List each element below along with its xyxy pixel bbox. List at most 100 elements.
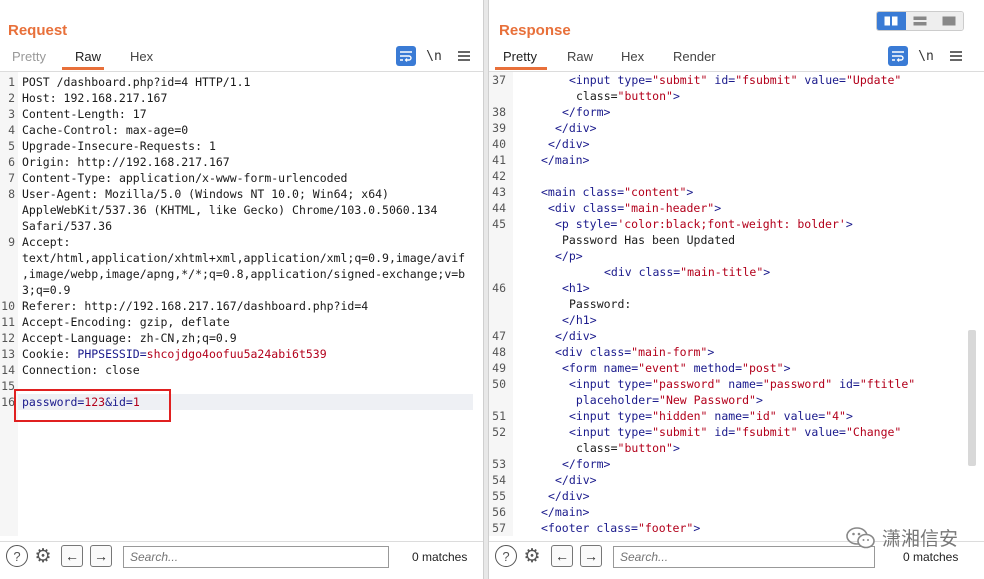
line-text: 3;q=0.9 [22,283,71,297]
tab-pretty[interactable]: Pretty [495,48,547,70]
line-number: 45 [492,217,506,231]
line-number: 37 [492,73,506,87]
line-text: </div> [555,121,597,135]
request-line: 2 Host: 192.168.217.167 [0,90,167,106]
layout-toggle [876,11,964,31]
help-icon[interactable]: ? [6,545,28,567]
forward-arrow-icon[interactable]: → [90,545,112,567]
response-search-input[interactable] [613,546,875,568]
gear-icon[interactable]: ⚙ [32,545,54,567]
line-number: 9 [8,235,15,249]
line-text: </main> [541,505,590,519]
line-text: Cache-Control: max-age=0 [22,123,189,137]
line-number: 13 [1,347,15,361]
response-line: 45 <p style='color:black;font-weight: bol… [489,216,853,232]
line-text: <div class="main-form"> [555,345,715,359]
line-number: 4 [8,123,15,137]
line-text: <div class="main-header"> [548,201,722,215]
response-line: 40 </div> [489,136,589,152]
help-icon[interactable]: ? [495,545,517,567]
split-horizontal-icon[interactable] [877,12,906,30]
request-line: text/html,application/xhtml+xml,applicat… [0,250,465,266]
line-text: <input type="password" name="password" i… [569,377,916,391]
back-arrow-icon[interactable]: ← [551,545,573,567]
response-line: </h1> [489,312,597,328]
menu-icon[interactable] [946,46,966,66]
split-vertical-icon[interactable] [905,12,935,30]
line-number: 49 [492,361,506,375]
line-number: 40 [492,137,506,151]
line-text: <form name="event" method="post"> [562,361,791,375]
response-line: </p> [489,248,583,264]
tab-render[interactable]: Render [673,48,716,70]
line-number: 6 [8,155,15,169]
newline-icon[interactable]: \n [424,46,444,66]
request-search-bar: ? ⚙ ← → 0 matches [0,541,483,571]
line-text: Content-Type: application/x-www-form-url… [22,171,348,185]
request-line: 3;q=0.9 [0,282,70,298]
line-text: Accept: [22,235,71,249]
line-number: 52 [492,425,506,439]
response-editor[interactable]: 37 <input type="submit" id="fsubmit" valu… [489,71,984,536]
request-toolbar: \n [396,46,476,66]
response-line: 43 <main class="content"> [489,184,693,200]
line-number: 47 [492,329,506,343]
request-line: 1 POST /dashboard.php?id=4 HTTP/1.1 [0,74,250,90]
tab-hex[interactable]: Hex [621,48,644,70]
response-line: 41 </main> [489,152,589,168]
line-number: 5 [8,139,15,153]
single-pane-icon[interactable] [934,12,963,30]
line-text: </p> [555,249,583,263]
line-number: 39 [492,121,506,135]
line-text: Accept-Language: zh-CN,zh;q=0.9 [22,331,237,345]
line-text: Accept-Encoding: gzip, deflate [22,315,230,329]
line-text: AppleWebKit/537.36 (KHTML, like Gecko) C… [22,203,438,217]
wrap-icon[interactable] [888,46,908,66]
line-number: 51 [492,409,506,423]
response-line: 44 <div class="main-header"> [489,200,721,216]
request-line: 13 Cookie: PHPSESSID=shcojdgo4oofuu5a24ab… [0,346,327,362]
request-line: 14 Connection: close [0,362,140,378]
response-scrollbar[interactable] [968,330,976,466]
line-text: </div> [555,329,597,343]
request-editor[interactable]: 1 POST /dashboard.php?id=4 HTTP/1.1 2 Host:… [0,71,483,536]
request-pane: Request Pretty Raw Hex \n 1 POST /dashboa… [0,0,484,579]
line-text: </h1> [562,313,597,327]
line-text: </main> [541,153,590,167]
tab-pretty[interactable]: Pretty [12,48,46,70]
request-line: 5 Upgrade-Insecure-Requests: 1 [0,138,216,154]
forward-arrow-icon[interactable]: → [580,545,602,567]
newline-icon[interactable]: \n [916,46,936,66]
line-text: Cookie: PHPSESSID=shcojdgo4oofuu5a24abi6… [22,347,327,361]
gear-icon[interactable]: ⚙ [521,545,543,567]
request-matches: 0 matches [412,550,468,564]
tab-hex[interactable]: Hex [130,48,153,70]
line-number: 53 [492,457,506,471]
line-text: Content-Length: 17 [22,107,147,121]
response-line: 39 </div> [489,120,596,136]
line-number: 41 [492,153,506,167]
back-arrow-icon[interactable]: ← [61,545,83,567]
tab-raw[interactable]: Raw [567,48,593,70]
line-text: </form> [562,457,611,471]
menu-icon[interactable] [454,46,474,66]
line-number: 7 [8,171,15,185]
tab-raw[interactable]: Raw [62,48,104,70]
line-text: POST /dashboard.php?id=4 HTTP/1.1 [22,75,251,89]
response-line: 51 <input type="hidden" name="id" value="… [489,408,853,424]
request-line: 4 Cache-Control: max-age=0 [0,122,188,138]
line-text: Referer: http://192.168.217.167/dashboar… [22,299,369,313]
wrap-icon[interactable] [396,46,416,66]
line-text: <p style='color:black;font-weight: bolde… [555,217,853,231]
request-search-input[interactable] [123,546,389,568]
line-number: 3 [8,107,15,121]
response-line: Password: [489,296,631,312]
line-text: placeholder="New Password"> [569,393,763,407]
line-number: 14 [1,363,15,377]
request-line: 7 Content-Type: application/x-www-form-ur… [0,170,347,186]
line-number: 12 [1,331,15,345]
response-line: 49 <form name="event" method="post"> [489,360,790,376]
response-line: 46 <h1> [489,280,590,296]
line-number: 57 [492,521,506,535]
watermark-text: 潇湘信安 [881,529,958,550]
